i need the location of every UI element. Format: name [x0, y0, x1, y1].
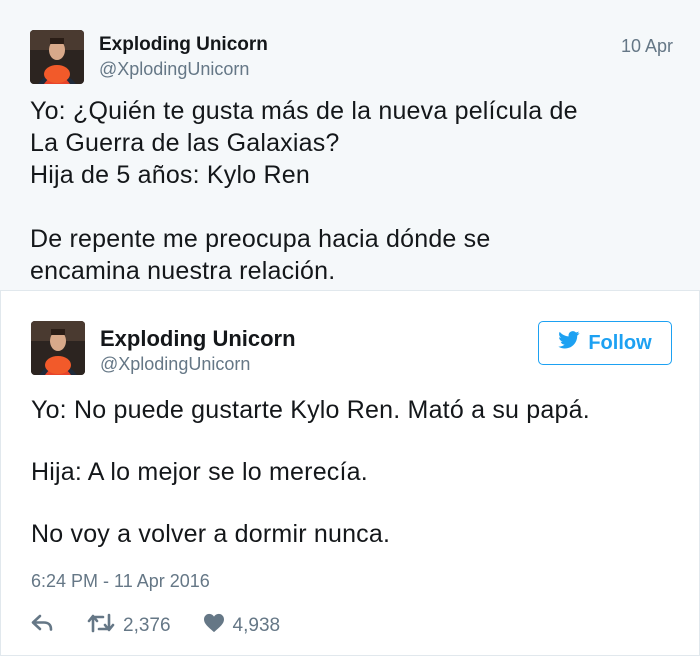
retweet-icon	[87, 613, 115, 639]
avatar-image	[30, 30, 84, 84]
tweet-actions: 2,376 4,938	[31, 613, 280, 639]
heart-icon	[203, 613, 225, 639]
tweet-1: Exploding Unicorn @XplodingUnicorn 10 Ap…	[0, 0, 700, 291]
tweet-2: Exploding Unicorn @XplodingUnicorn Follo…	[0, 291, 700, 656]
author-name[interactable]: Exploding Unicorn	[99, 34, 268, 56]
author-name[interactable]: Exploding Unicorn	[100, 326, 296, 352]
reply-icon	[31, 614, 53, 638]
avatar[interactable]	[30, 30, 84, 84]
tweet-date[interactable]: 10 Apr	[621, 36, 673, 57]
like-count: 4,938	[232, 615, 281, 636]
tweet-text: Yo: ¿Quién te gusta más de la nueva pelí…	[30, 97, 578, 285]
twitter-bird-icon	[558, 331, 580, 355]
like-button[interactable]: 4,938	[203, 613, 281, 639]
author-handle[interactable]: @XplodingUnicorn	[99, 59, 249, 80]
retweet-count: 2,376	[123, 615, 171, 636]
follow-button[interactable]: Follow	[538, 321, 672, 365]
author-handle[interactable]: @XplodingUnicorn	[100, 354, 250, 375]
avatar[interactable]	[31, 321, 85, 375]
follow-label: Follow	[588, 331, 652, 354]
tweet-text: Yo: No puede gustarte Kylo Ren. Mató a s…	[31, 396, 590, 548]
avatar-image	[31, 321, 85, 375]
retweet-button[interactable]: 2,376	[87, 613, 171, 639]
tweet-timestamp[interactable]: 6:24 PM - 11 Apr 2016	[31, 571, 210, 592]
reply-button[interactable]	[31, 614, 53, 638]
